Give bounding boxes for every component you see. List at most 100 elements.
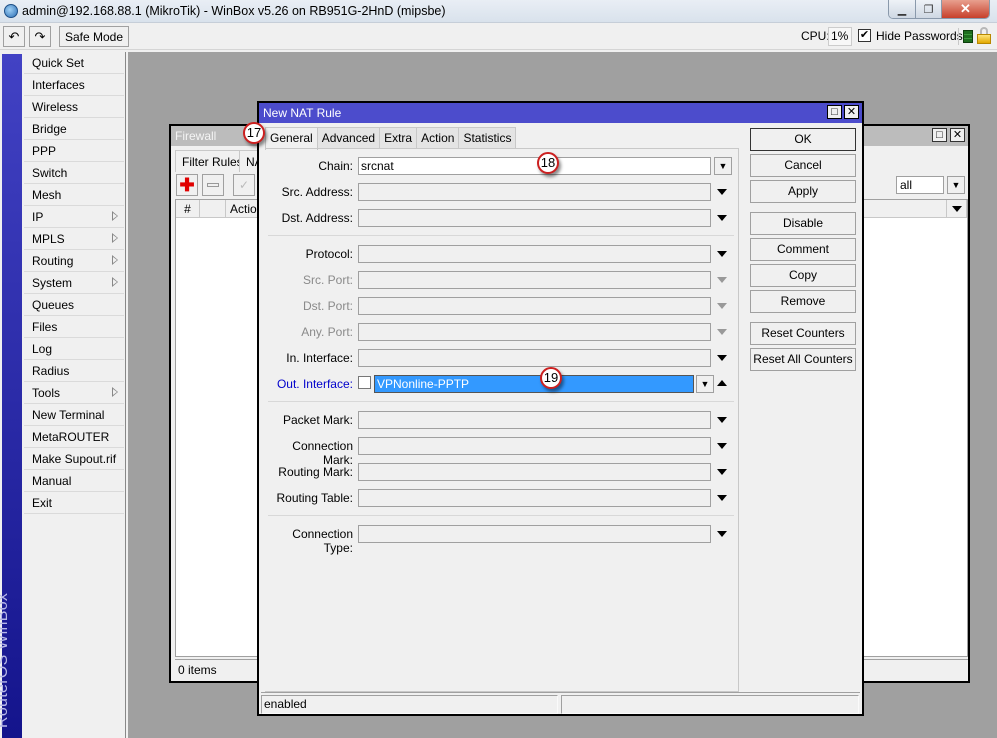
separator xyxy=(268,235,734,236)
sidebar-item-log[interactable]: Log xyxy=(24,338,124,360)
any-port-input[interactable] xyxy=(358,323,711,341)
sidebar-item-quick-set[interactable]: Quick Set xyxy=(24,52,124,74)
remove-button[interactable]: Remove xyxy=(750,290,856,313)
packet-mark-expand-icon[interactable] xyxy=(717,417,727,423)
in-interface-input[interactable] xyxy=(358,349,711,367)
reset-counters-button[interactable]: Reset Counters xyxy=(750,322,856,345)
sidebar-item-wireless[interactable]: Wireless xyxy=(24,96,124,118)
protocol-input[interactable] xyxy=(358,245,711,263)
routing-table-input[interactable] xyxy=(358,489,711,507)
reset-all-counters-button[interactable]: Reset All Counters xyxy=(750,348,856,371)
close-button[interactable]: ✕ xyxy=(942,0,989,18)
copy-button[interactable]: Copy xyxy=(750,264,856,287)
check-icon: ✓ xyxy=(238,178,250,192)
nat-maximize-button[interactable]: □ xyxy=(827,105,842,119)
src-port-expand-icon[interactable] xyxy=(717,277,727,283)
filter-dropdown-button[interactable]: ▼ xyxy=(947,176,965,194)
add-rule-button[interactable]: ✚ xyxy=(176,174,198,196)
dst-address-input[interactable] xyxy=(358,209,711,227)
submenu-arrow-icon xyxy=(112,277,118,287)
undo-button[interactable]: ↶ xyxy=(3,26,25,47)
nat-dialog-title: New NAT Rule xyxy=(263,106,342,120)
apply-button[interactable]: Apply xyxy=(750,180,856,203)
sidebar-item-label: System xyxy=(32,276,73,290)
columns-menu-button[interactable] xyxy=(947,200,967,218)
sidebar-item-system[interactable]: System xyxy=(24,272,124,294)
sidebar-item-new-terminal[interactable]: New Terminal xyxy=(24,404,124,426)
restore-button[interactable]: ❐ xyxy=(916,0,942,18)
connection-type-input[interactable] xyxy=(358,525,711,543)
src-address-expand-icon[interactable] xyxy=(717,189,727,195)
routing-mark-input[interactable] xyxy=(358,463,711,481)
enable-rule-button[interactable]: ✓ xyxy=(233,174,255,196)
column-number[interactable]: # xyxy=(176,200,200,218)
src-address-input[interactable] xyxy=(358,183,711,201)
sidebar-item-label: Switch xyxy=(32,166,68,180)
minimize-button[interactable]: ▁ xyxy=(889,0,916,18)
out-interface-collapse-icon[interactable] xyxy=(717,380,727,386)
connection-mark-input[interactable] xyxy=(358,437,711,455)
firewall-close-button[interactable]: ✕ xyxy=(950,128,965,142)
step-badge-19: 19 xyxy=(540,367,562,389)
sidebar-item-metarouter[interactable]: MetaROUTER xyxy=(24,426,124,448)
safe-mode-button[interactable]: Safe Mode xyxy=(59,26,129,47)
sidebar-item-label: Mesh xyxy=(32,188,62,202)
out-interface-negate-checkbox[interactable] xyxy=(358,376,371,389)
nat-dialog-title-bar[interactable]: New NAT Rule □ ✕ xyxy=(259,103,862,123)
out-interface-dropdown-button[interactable]: ▼ xyxy=(696,375,714,393)
tab-general[interactable]: General xyxy=(265,127,318,150)
routing-mark-expand-icon[interactable] xyxy=(717,469,727,475)
sidebar-item-files[interactable]: Files xyxy=(24,316,124,338)
sidebar-item-routing[interactable]: Routing xyxy=(24,250,124,272)
sidebar-item-manual[interactable]: Manual xyxy=(24,470,124,492)
sidebar-item-ip[interactable]: IP xyxy=(24,206,124,228)
sidebar-item-radius[interactable]: Radius xyxy=(24,360,124,382)
out-interface-select[interactable]: VPNonline-PPTP xyxy=(374,375,694,393)
protocol-expand-icon[interactable] xyxy=(717,251,727,257)
chain-input[interactable]: srcnat xyxy=(358,157,711,175)
in-interface-expand-icon[interactable] xyxy=(717,355,727,361)
hide-passwords-label[interactable]: Hide Passwords xyxy=(876,29,963,43)
any-port-expand-icon[interactable] xyxy=(717,329,727,335)
redo-button[interactable]: ↷ xyxy=(29,26,51,47)
comment-button[interactable]: Comment xyxy=(750,238,856,261)
tab-extra[interactable]: Extra xyxy=(379,127,418,148)
sidebar-item-ppp[interactable]: PPP xyxy=(24,140,124,162)
remove-rule-button[interactable] xyxy=(202,174,224,196)
sidebar-item-queues[interactable]: Queues xyxy=(24,294,124,316)
sidebar-item-label: Make Supout.rif xyxy=(32,452,117,466)
plus-icon: ✚ xyxy=(179,175,195,195)
column-flags[interactable] xyxy=(200,200,226,218)
dst-port-input[interactable] xyxy=(358,297,711,315)
tab-action[interactable]: Action xyxy=(416,127,460,148)
tab-advanced[interactable]: Advanced xyxy=(316,127,381,148)
sidebar-item-label: Interfaces xyxy=(32,78,85,92)
main-toolbar: ↶ ↷ Safe Mode CPU: 1% ✔ Hide Passwords xyxy=(0,23,997,50)
sidebar-item-tools[interactable]: Tools xyxy=(24,382,124,404)
sidebar-menu: Quick Set Interfaces Wireless Bridge PPP Swit… xyxy=(22,52,126,738)
connection-mark-expand-icon[interactable] xyxy=(717,443,727,449)
src-port-input[interactable] xyxy=(358,271,711,289)
packet-mark-input[interactable] xyxy=(358,411,711,429)
sidebar-item-mesh[interactable]: Mesh xyxy=(24,184,124,206)
dst-address-expand-icon[interactable] xyxy=(717,215,727,221)
sidebar-item-mpls[interactable]: MPLS xyxy=(24,228,124,250)
sidebar-item-make-supout-rif[interactable]: Make Supout.rif xyxy=(24,448,124,470)
sidebar-item-bridge[interactable]: Bridge xyxy=(24,118,124,140)
dst-port-expand-icon[interactable] xyxy=(717,303,727,309)
cancel-button[interactable]: Cancel xyxy=(750,154,856,177)
routing-table-expand-icon[interactable] xyxy=(717,495,727,501)
chain-dropdown-button[interactable]: ▼ xyxy=(714,157,732,175)
connection-type-expand-icon[interactable] xyxy=(717,531,727,537)
disable-button[interactable]: Disable xyxy=(750,212,856,235)
sidebar-item-interfaces[interactable]: Interfaces xyxy=(24,74,124,96)
minimize-icon: ▁ xyxy=(897,3,907,16)
sidebar-item-exit[interactable]: Exit xyxy=(24,492,124,514)
nat-close-button[interactable]: ✕ xyxy=(844,105,859,119)
ok-button[interactable]: OK xyxy=(750,128,856,151)
filter-select[interactable]: all xyxy=(896,176,944,194)
firewall-maximize-button[interactable]: □ xyxy=(932,128,947,142)
tab-statistics[interactable]: Statistics xyxy=(458,127,517,148)
sidebar-item-switch[interactable]: Switch xyxy=(24,162,124,184)
hide-passwords-checkbox[interactable]: ✔ xyxy=(858,29,871,42)
